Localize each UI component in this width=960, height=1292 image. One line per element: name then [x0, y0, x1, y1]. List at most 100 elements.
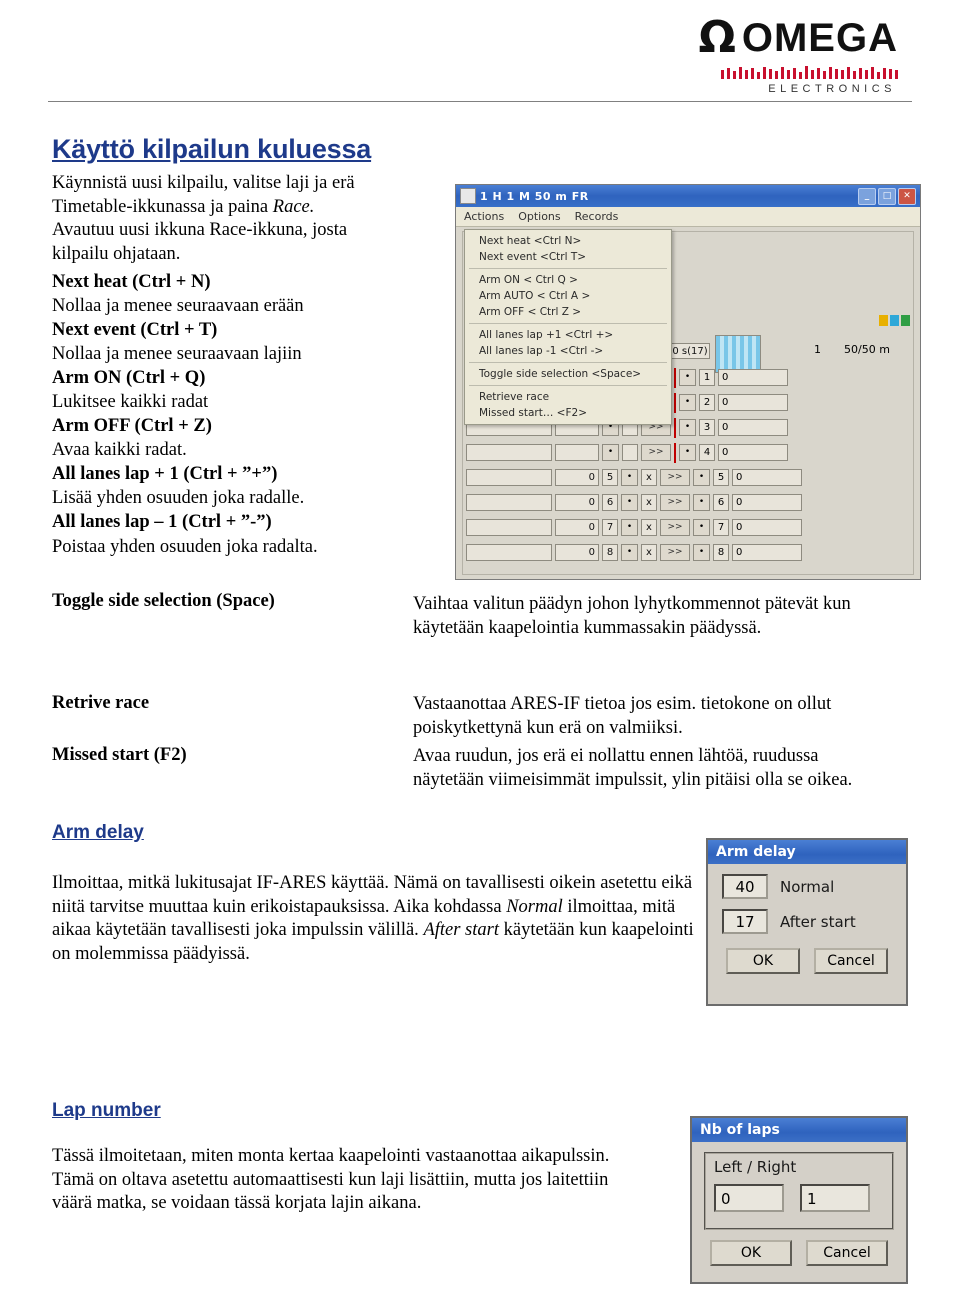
status-swatch-green	[901, 315, 910, 326]
lane-lap-field[interactable]: 0	[732, 494, 802, 511]
right-laps-input[interactable]: 1	[800, 1184, 870, 1212]
menu-item-arm-on[interactable]: Arm ON < Ctrl Q >	[465, 272, 671, 288]
menu-item-next-heat[interactable]: Next heat <Ctrl N>	[465, 233, 671, 249]
toggle-side-selection-label: Toggle side selection (Space)	[52, 591, 275, 611]
lane-dot-button[interactable]: •	[621, 469, 638, 486]
lane-side-button[interactable]: •	[693, 469, 710, 486]
lane-number-field[interactable]: 0	[555, 519, 599, 536]
shortcut-desc-2: Lukitsee kaikki radat	[52, 392, 209, 413]
left-right-group: Left / Right 0 1	[704, 1152, 894, 1230]
left-laps-input[interactable]: 0	[714, 1184, 784, 1212]
lane-number-field[interactable]: 0	[555, 494, 599, 511]
lane-dot-button[interactable]: •	[621, 544, 638, 561]
lane-lap-field[interactable]: 0	[732, 544, 802, 561]
intro-line-2a: Timetable-ikkunassa ja paina	[52, 196, 273, 217]
lane-x-field[interactable]: x	[641, 519, 657, 536]
menu-records[interactable]: Records	[575, 210, 619, 223]
lane-dot-button[interactable]: •	[602, 444, 619, 461]
lane-side-button[interactable]: •	[693, 544, 710, 561]
menu-item-missed-start[interactable]: Missed start… <F2>	[465, 405, 671, 421]
lane-index-label: 3	[699, 419, 715, 436]
lane-lap-field[interactable]: 0	[718, 394, 788, 411]
intro-line-1: Käynnistä uusi kilpailu, valitse laji ja…	[52, 173, 355, 193]
status-swatch-yellow	[879, 315, 888, 326]
lane-number-field[interactable]: 0	[555, 544, 599, 561]
lane-lap-field[interactable]: 0	[732, 519, 802, 536]
omega-symbol-icon: Ω	[698, 12, 736, 63]
menu-item-retrieve-race[interactable]: Retrieve race	[465, 389, 671, 405]
lane-lap-field[interactable]: 0	[718, 369, 788, 386]
logo-bar-pattern-icon	[658, 65, 898, 79]
after-start-delay-input[interactable]: 17	[722, 909, 768, 934]
lane-x-field[interactable]: x	[641, 494, 657, 511]
shortcut-desc-4: Lisää yhden osuuden joka radalle.	[52, 488, 305, 509]
menu-item-toggle-side-selection[interactable]: Toggle side selection <Space>	[465, 366, 671, 382]
lane-side-button[interactable]: •	[679, 394, 696, 411]
menu-item-all-lanes-lap-plus[interactable]: All lanes lap +1 <Ctrl +>	[465, 327, 671, 343]
lane-result-field[interactable]	[466, 469, 552, 486]
race-window-app-icon	[460, 188, 476, 204]
lane-side-button[interactable]: •	[679, 369, 696, 386]
lane-row: 0 6 • x >> • 6 0	[466, 490, 910, 515]
menu-options[interactable]: Options	[518, 210, 560, 223]
lane-number-field[interactable]	[555, 444, 599, 461]
lane-dot-button[interactable]: •	[621, 494, 638, 511]
minimize-button[interactable]: _	[858, 187, 876, 205]
actions-menu-dropdown[interactable]: Next heat <Ctrl N> Next event <Ctrl T> A…	[464, 229, 672, 425]
lane-side-button[interactable]: •	[693, 519, 710, 536]
lane-marker-icon	[674, 442, 676, 463]
lane-side-button[interactable]: •	[693, 494, 710, 511]
lane-advance-button[interactable]: >>	[641, 444, 671, 461]
retrieve-race-desc: Vastaanottaa ARES-IF tietoa jos esim. ti…	[413, 694, 832, 738]
normal-delay-input[interactable]: 40	[722, 874, 768, 899]
lane-x-field[interactable]: x	[641, 469, 657, 486]
left-right-group-label: Left / Right	[714, 1158, 797, 1176]
lane-lap-field[interactable]: 0	[718, 419, 788, 436]
lane-result-field[interactable]	[466, 494, 552, 511]
lane-advance-button[interactable]: >>	[660, 469, 690, 486]
nb-of-laps-ok-button[interactable]: OK	[710, 1240, 792, 1266]
menu-item-arm-auto[interactable]: Arm AUTO < Ctrl A >	[465, 288, 671, 304]
lane-advance-button[interactable]: >>	[660, 544, 690, 561]
omega-wordmark: OMEGA	[741, 16, 898, 60]
race-window-window-controls: _ □ ✕	[858, 187, 918, 205]
menu-actions[interactable]: Actions	[464, 210, 504, 223]
lane-index-label: 1	[699, 369, 715, 386]
arm-delay-ok-button[interactable]: OK	[726, 948, 800, 974]
lane-side-button[interactable]: •	[679, 419, 696, 436]
menu-item-all-lanes-lap-minus[interactable]: All lanes lap -1 <Ctrl ->	[465, 343, 671, 359]
lane-result-field[interactable]	[466, 544, 552, 561]
lane-dot-button[interactable]: •	[621, 519, 638, 536]
logo-subtitle: ELECTRONICS	[768, 83, 896, 95]
lane-index-label: 6	[713, 494, 729, 511]
lane-lap-field[interactable]: 0	[732, 469, 802, 486]
lane-x-field[interactable]: x	[641, 544, 657, 561]
status-swatch-blue	[890, 315, 899, 326]
shortcut-key-5: All lanes lap – 1 (Ctrl + ”-”)	[52, 512, 272, 533]
missed-start-label: Missed start (F2)	[52, 745, 187, 765]
arm-delay-cancel-button[interactable]: Cancel	[814, 948, 888, 974]
after-start-delay-label: After start	[780, 912, 856, 931]
lane-advance-button[interactable]: >>	[660, 519, 690, 536]
arm-delay-heading: Arm delay	[52, 822, 144, 843]
nb-of-laps-cancel-button[interactable]: Cancel	[806, 1240, 888, 1266]
lane-seq-label: 5	[602, 469, 618, 486]
lane-number-field[interactable]: 0	[555, 469, 599, 486]
maximize-button[interactable]: □	[878, 187, 896, 205]
lane-advance-button[interactable]: >>	[660, 494, 690, 511]
menu-item-arm-off[interactable]: Arm OFF < Ctrl Z >	[465, 304, 671, 320]
arm-delay-paragraph: Ilmoittaa, mitkä lukitusajat IF-ARES käy…	[52, 872, 697, 967]
lane-result-field[interactable]	[466, 444, 552, 461]
close-button[interactable]: ✕	[898, 187, 916, 205]
menu-item-next-event[interactable]: Next event <Ctrl T>	[465, 249, 671, 265]
arm-delay-dialog-title: Arm delay	[708, 840, 906, 864]
lane-x-field[interactable]	[622, 444, 638, 461]
race-window-screenshot: 1 H 1 M 50 m FR _ □ ✕ Actions Options Re…	[455, 184, 921, 580]
lane-index-label: 4	[699, 444, 715, 461]
lane-lap-field[interactable]: 0	[718, 444, 788, 461]
lane-seq-label: 7	[602, 519, 618, 536]
shortcut-key-2: Arm ON (Ctrl + Q)	[52, 368, 206, 389]
lane-index-label: 7	[713, 519, 729, 536]
lane-side-button[interactable]: •	[679, 444, 696, 461]
lane-result-field[interactable]	[466, 519, 552, 536]
